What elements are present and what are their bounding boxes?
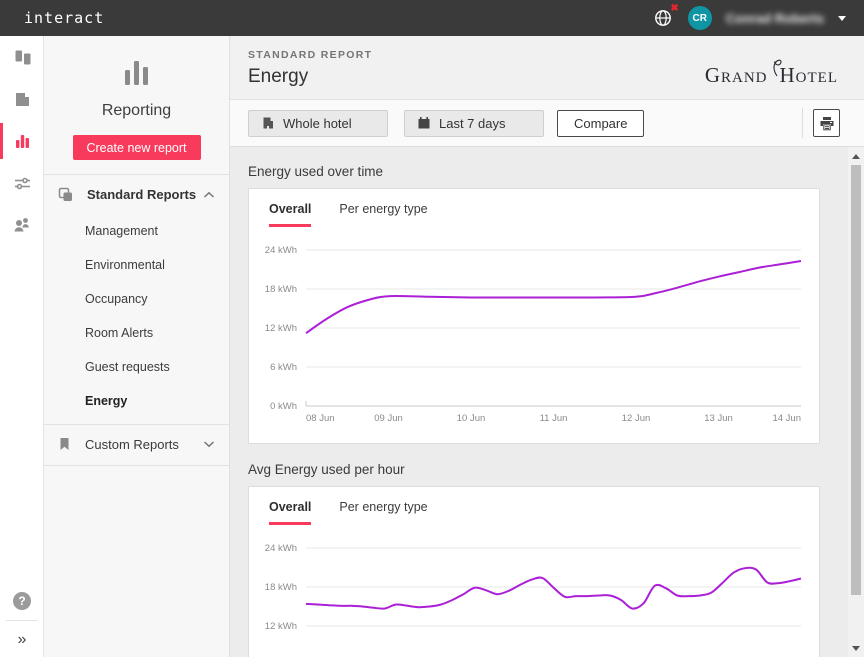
standard-reports-list: Management Environmental Occupancy Room … — [44, 214, 229, 418]
svg-text:12 kWh: 12 kWh — [265, 621, 297, 632]
bookmark-icon — [57, 436, 72, 452]
tab-overall[interactable]: Overall — [269, 500, 311, 525]
help-icon[interactable]: ? — [13, 592, 31, 610]
brand-word-right: Hotel — [780, 63, 839, 87]
user-name[interactable]: Conrad Roberts — [726, 11, 824, 26]
svg-text:24 kWh: 24 kWh — [265, 245, 297, 256]
chevron-down-icon[interactable] — [838, 16, 846, 21]
svg-text:09 Jun: 09 Jun — [374, 413, 403, 424]
sidebar-divider — [44, 465, 229, 466]
sidebar-item-management[interactable]: Management — [44, 214, 229, 248]
rail-building-icon[interactable] — [0, 78, 44, 120]
svg-text:13 Jun: 13 Jun — [704, 413, 733, 424]
main-panel: STANDARD REPORT Energy GrandHotel Whole … — [230, 36, 864, 657]
sidebar-title: Reporting — [44, 102, 229, 120]
rail-users-icon[interactable] — [0, 204, 44, 246]
compare-button[interactable]: Compare — [557, 110, 644, 137]
rail-settings-sliders-icon[interactable] — [0, 162, 44, 204]
svg-text:10 Jun: 10 Jun — [457, 413, 486, 424]
chart-tabs: Overall Per energy type — [249, 202, 819, 227]
filter-divider — [802, 108, 803, 138]
chevron-up-icon — [203, 191, 215, 199]
standard-reports-label: Standard Reports — [87, 187, 196, 202]
print-button[interactable] — [813, 109, 840, 137]
standard-reports-group[interactable]: Standard Reports — [44, 175, 229, 214]
svg-text:24 kWh: 24 kWh — [265, 543, 297, 554]
report-header: STANDARD REPORT Energy GrandHotel — [230, 36, 864, 100]
energy-over-time-card: Overall Per energy type 24 kWh 18 kWh 12 k… — [248, 188, 820, 444]
svg-text:12 Jun: 12 Jun — [622, 413, 651, 424]
vertical-scrollbar[interactable] — [848, 147, 864, 657]
section-title-avg-energy-per-hour: Avg Energy used per hour — [248, 462, 848, 477]
sidebar-item-room-alerts[interactable]: Room Alerts — [44, 316, 229, 350]
app-screen: interact ✖ CR Conrad Roberts — [0, 0, 864, 657]
calendar-icon — [417, 116, 431, 130]
svg-text:14 Jun: 14 Jun — [772, 413, 801, 424]
globe-icon[interactable]: ✖ — [652, 7, 674, 29]
sidebar-item-occupancy[interactable]: Occupancy — [44, 282, 229, 316]
create-new-report-button[interactable]: Create new report — [73, 135, 201, 160]
rail-bottom: ? » — [0, 592, 44, 649]
tab-per-energy-type[interactable]: Per energy type — [339, 202, 427, 227]
sidebar-item-guest-requests[interactable]: Guest requests — [44, 350, 229, 384]
scroll-down-arrow-icon[interactable] — [848, 640, 864, 656]
svg-text:6 kWh: 6 kWh — [270, 362, 297, 373]
reporting-bar-chart-icon — [44, 58, 229, 88]
scope-filter-label: Whole hotel — [283, 116, 352, 131]
interact-logo: interact — [24, 9, 104, 27]
chart-tabs: Overall Per energy type — [249, 500, 819, 525]
rail-reporting-icon[interactable] — [0, 120, 44, 162]
printer-icon — [819, 116, 835, 131]
svg-text:08 Jun: 08 Jun — [306, 413, 335, 424]
reporting-sidebar: Reporting Create new report Standard Rep… — [44, 36, 230, 657]
chevron-down-icon — [203, 440, 215, 448]
stacked-reports-icon — [57, 186, 74, 203]
scroll-up-arrow-icon[interactable] — [848, 148, 864, 164]
custom-reports-label: Custom Reports — [85, 437, 179, 452]
alert-badge-icon: ✖ — [670, 3, 678, 14]
avg-energy-per-hour-card: Overall Per energy type 24 kWh 18 kWh 12 k… — [248, 486, 820, 657]
report-content: Energy used over time Overall Per energy… — [230, 147, 848, 657]
user-avatar[interactable]: CR — [688, 6, 712, 30]
svg-text:12 kWh: 12 kWh — [265, 323, 297, 334]
filter-bar: Whole hotel Last 7 days Compare — [230, 100, 864, 147]
brand-flourish-icon — [770, 56, 784, 84]
svg-text:18 kWh: 18 kWh — [265, 582, 297, 593]
icon-rail: ? » — [0, 36, 44, 657]
top-bar: interact ✖ CR Conrad Roberts — [0, 0, 864, 36]
sidebar-item-energy[interactable]: Energy — [44, 384, 229, 418]
tab-per-energy-type[interactable]: Per energy type — [339, 500, 427, 525]
brand-word-left: Grand — [705, 63, 768, 87]
tab-overall[interactable]: Overall — [269, 202, 311, 227]
custom-reports-group[interactable]: Custom Reports — [44, 425, 229, 463]
scrollbar-thumb[interactable] — [851, 165, 861, 595]
section-title-energy-over-time: Energy used over time — [248, 164, 848, 179]
rail-dashboard-icon[interactable] — [0, 36, 44, 78]
building-icon — [261, 116, 275, 130]
energy-over-time-chart: 24 kWh 18 kWh 12 kWh 6 kWh 0 kWh 08 Jun 09 Jun… — [249, 235, 819, 435]
rail-divider — [6, 620, 38, 621]
scope-filter-chip[interactable]: Whole hotel — [248, 110, 388, 137]
svg-text:0 kWh: 0 kWh — [270, 401, 297, 412]
date-range-filter-chip[interactable]: Last 7 days — [404, 110, 544, 137]
avg-energy-per-hour-chart: 24 kWh 18 kWh 12 kWh — [249, 533, 819, 657]
topbar-right: ✖ CR Conrad Roberts — [652, 6, 846, 30]
date-range-label: Last 7 days — [439, 116, 506, 131]
grand-hotel-logo: Grand Hotel — [705, 60, 838, 88]
expand-sidebar-icon[interactable]: » — [0, 631, 44, 649]
sidebar-item-environmental[interactable]: Environmental — [44, 248, 229, 282]
svg-text:11 Jun: 11 Jun — [540, 413, 568, 424]
svg-text:18 kWh: 18 kWh — [265, 284, 297, 295]
